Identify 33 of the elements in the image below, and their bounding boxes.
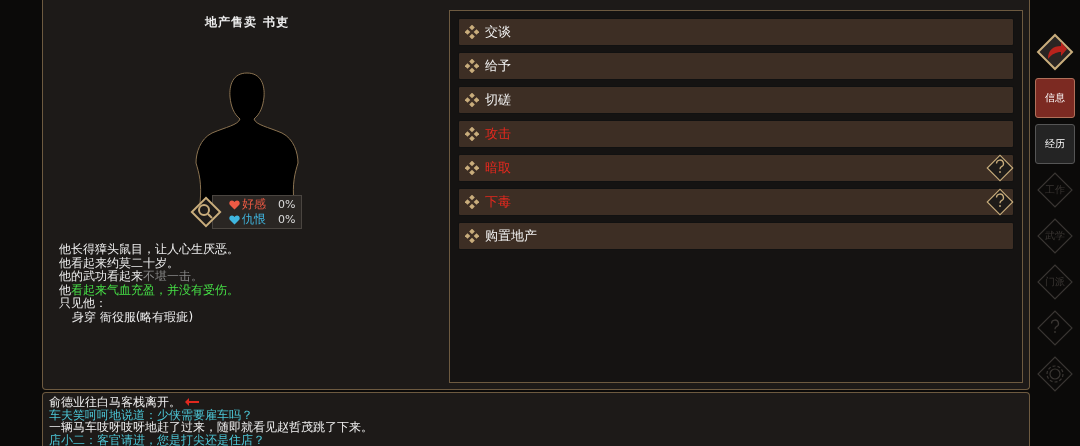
diamond-bullet-icon [465,229,479,243]
action-button[interactable]: 交谈 [458,18,1014,46]
left-arrow-icon [185,398,199,407]
diamond-bullet-icon [465,127,479,141]
heart-icon [229,214,240,225]
action-button[interactable]: 给予 [458,52,1014,80]
relation-label: 仇恨 [242,212,266,227]
relation-value: 0% [278,212,296,227]
action-button[interactable]: 购置地产 [458,222,1014,250]
diamond-bullet-icon [465,195,479,209]
diamond-bullet-icon [465,161,479,175]
side-tab[interactable]: 经历 [1035,124,1075,164]
question-icon[interactable] [985,187,1015,217]
action-button[interactable]: 切磋 [458,86,1014,114]
log-line: 一辆马车吱呀吱呀地赶了过来，随即就看见赵哲茂跳了下来。 [49,421,373,434]
relation-label: 好感 [242,197,266,212]
description-line: 他看起来气血充盈，并没有受伤。 [59,283,240,297]
side-tab[interactable]: 信息 [1035,78,1075,118]
description-line: 身穿 衙役服(略有瑕疵) [71,310,195,324]
log-line: 俞德业往白马客栈离开。 [49,396,181,409]
description-line: 他的武功看起来不堪一击。 [59,270,204,284]
diamond-bullet-icon [465,59,479,73]
description-line: 他看起来约莫二十岁。 [59,256,180,270]
diamond-bullet-icon [465,25,479,39]
diamond-bullet-icon [465,93,479,107]
question-icon[interactable] [985,153,1015,183]
character-title: 地产售卖 书吏 [205,14,289,31]
heart-icon [229,199,240,210]
description-line: 只见他： [59,297,108,311]
relation-value: 0% [278,197,296,212]
description-line: 他长得獐头鼠目，让人心生厌恶。 [59,243,240,257]
log-line: 车夫笑呵呵地说道：少侠需要雇车吗？ [49,408,253,422]
log-line: 店小二：客官请进，您是打尖还是住店？ [49,433,265,446]
